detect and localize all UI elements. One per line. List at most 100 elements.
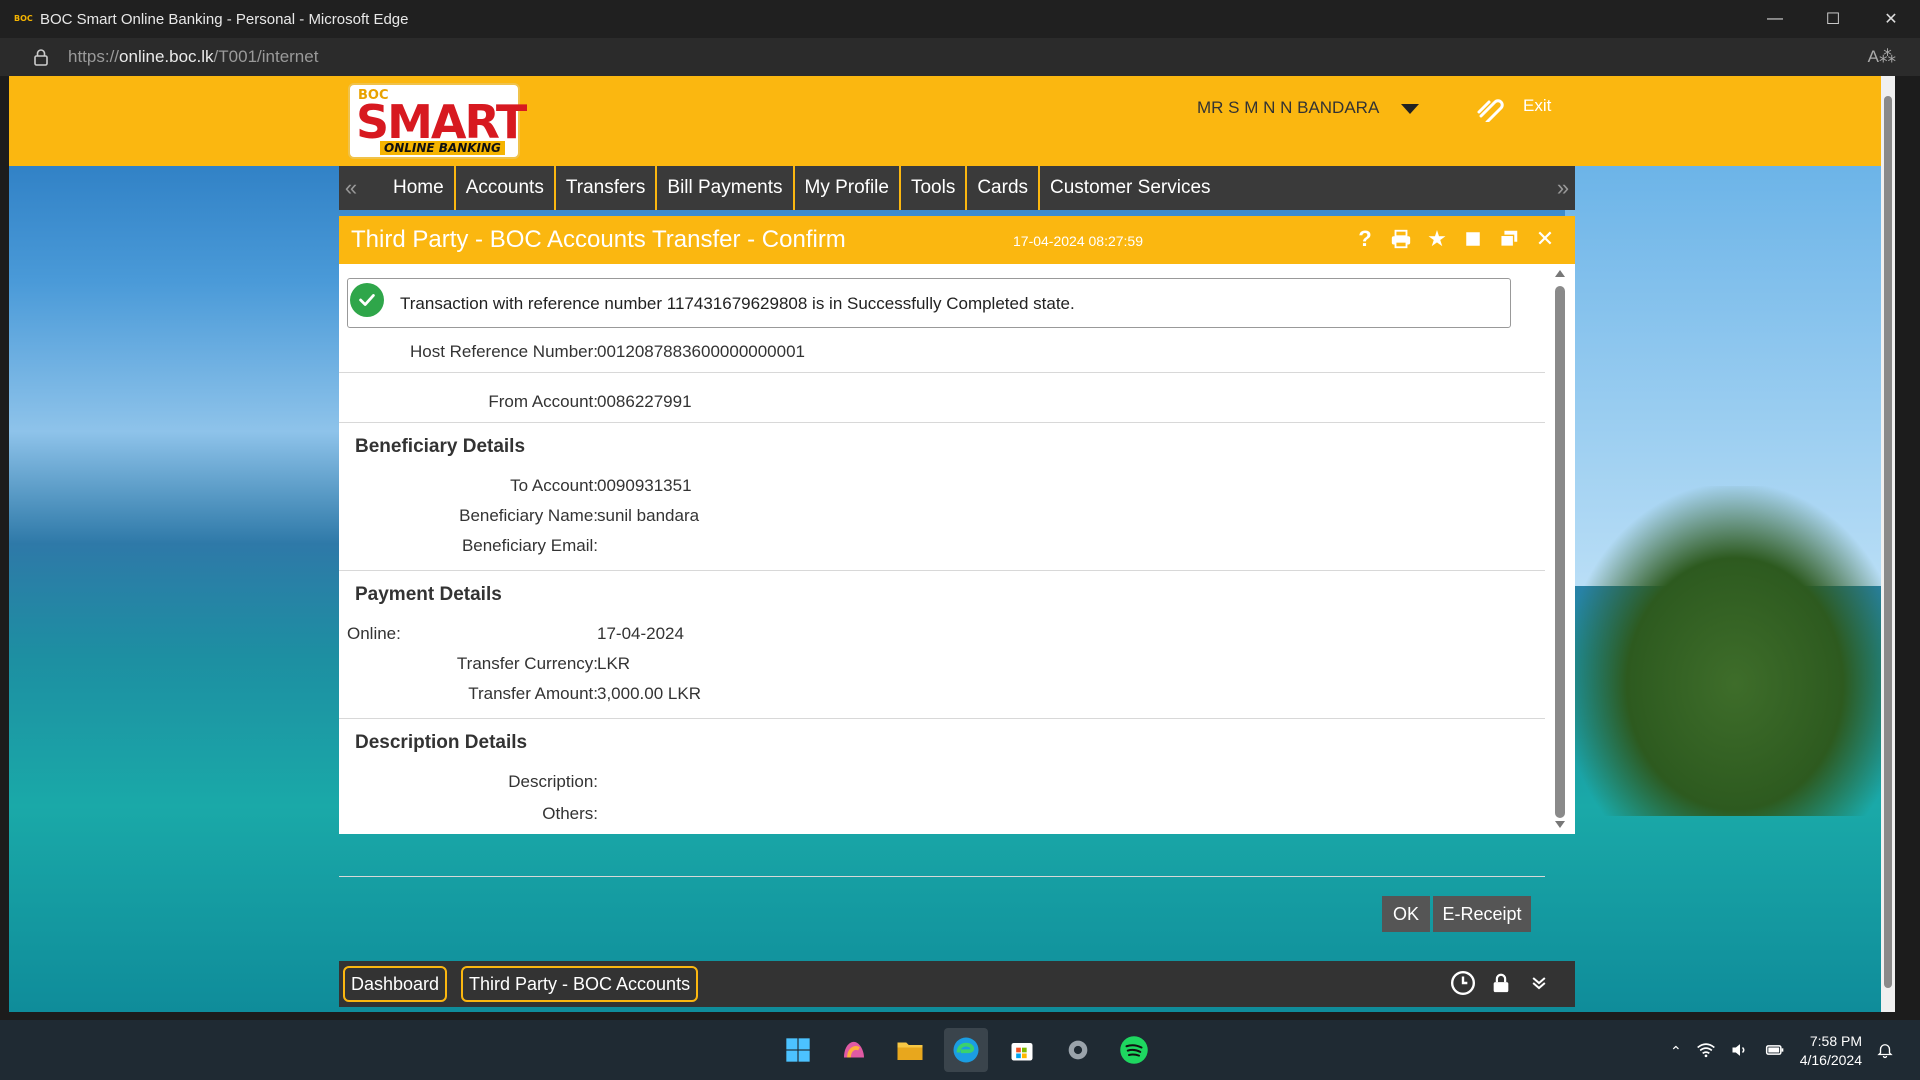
panel-scrollbar[interactable] [1553, 268, 1567, 830]
dashboard-tab[interactable]: Dashboard [343, 966, 448, 1002]
panel-toolbar: ? ★ ✕ [1353, 226, 1557, 252]
user-menu-caret-icon[interactable] [1401, 104, 1419, 114]
success-check-icon [350, 283, 384, 317]
third-party-tab[interactable]: Third Party - BOC Accounts [461, 966, 699, 1002]
divider [339, 718, 1545, 719]
success-message: Transaction with reference number 117431… [400, 294, 1075, 313]
minimize-button[interactable]: — [1746, 0, 1804, 38]
app-bottom-icons [1449, 969, 1553, 997]
from-account-value: 0086227991 [597, 392, 692, 411]
user-name[interactable]: MR S M N N BANDARA [1197, 98, 1379, 118]
battery-icon[interactable] [1764, 1040, 1786, 1063]
panel-header: Third Party - BOC Accounts Transfer - Co… [339, 216, 1575, 264]
divider [339, 570, 1545, 571]
exit-icon[interactable] [1475, 92, 1507, 122]
read-aloud-icon[interactable]: A⁂ [1868, 47, 1896, 67]
url-path: /T001/internet [213, 47, 319, 66]
taskbar-clock[interactable]: 7:58 PM 4/16/2024 [1800, 1032, 1862, 1070]
boc-favicon-icon: BOC [14, 14, 33, 23]
page-scrollbar[interactable] [1881, 76, 1895, 1012]
minimize-panel-icon[interactable] [1461, 226, 1485, 252]
others-label: Others: [542, 804, 598, 823]
show-hidden-icons-chevron-icon[interactable]: ⌃ [1670, 1043, 1682, 1060]
nav-home[interactable]: Home [383, 166, 456, 210]
divider [339, 422, 1545, 423]
help-icon[interactable]: ? [1353, 226, 1377, 252]
host-reference-value: 0012087883600000000001 [597, 342, 806, 361]
nav-scroll-left-icon[interactable]: « [339, 166, 363, 210]
favorite-star-icon[interactable]: ★ [1425, 226, 1449, 252]
nav-my-profile[interactable]: My Profile [795, 166, 901, 210]
beneficiary-name-value: sunil bandara [597, 506, 700, 525]
lock-icon[interactable] [32, 48, 50, 66]
nav-accounts[interactable]: Accounts [456, 166, 556, 210]
nav-tools[interactable]: Tools [901, 166, 968, 210]
microsoft-store-icon[interactable] [1000, 1028, 1044, 1072]
windows-start-icon[interactable] [776, 1028, 820, 1072]
online-label: Online: [347, 624, 401, 643]
panel-title: Third Party - BOC Accounts Transfer - Co… [351, 226, 846, 253]
logo-subtitle: ONLINE BANKING [380, 141, 505, 155]
main-nav: « Home Accounts Transfers Bill Payments … [339, 166, 1575, 210]
host-reference-label: Host Reference Number: [409, 342, 598, 361]
description-section-title: Description Details [355, 732, 528, 753]
clock-icon[interactable] [1449, 969, 1477, 997]
taskbar-pinned-apps [776, 1028, 1156, 1072]
expand-down-icon[interactable] [1525, 969, 1553, 997]
transfer-currency-value: LKR [597, 654, 631, 673]
address-bar: https://online.boc.lk/T001/internet A⁂ [0, 38, 1920, 76]
from-account-label: From Account: [488, 392, 598, 411]
nav-scroll-right-icon[interactable]: » [1551, 166, 1575, 210]
url-scheme: https:// [68, 47, 120, 66]
notifications-bell-icon[interactable] [1876, 1041, 1894, 1062]
clock-date: 4/16/2024 [1799, 1052, 1862, 1068]
beneficiary-name-label: Beneficiary Name: [459, 506, 598, 525]
e-receipt-button[interactable]: E-Receipt [1433, 896, 1531, 932]
panel-timestamp: 17-04-2024 08:27:59 [1013, 233, 1143, 249]
description-label: Description: [508, 772, 598, 791]
scroll-up-icon[interactable] [1555, 270, 1565, 277]
to-account-value: 0090931351 [597, 476, 692, 495]
close-panel-icon[interactable]: ✕ [1533, 226, 1557, 252]
panel-body: Transaction with reference number 117431… [339, 264, 1549, 834]
exit-link[interactable]: Exit [1523, 96, 1551, 116]
header-banner: BOC SMART ONLINE BANKING MR S M N N BAND… [9, 76, 1895, 166]
app-bottom-bar: Dashboard Third Party - BOC Accounts [339, 961, 1575, 1007]
success-alert: Transaction with reference number 117431… [347, 278, 1511, 328]
close-window-button[interactable]: ✕ [1862, 0, 1920, 38]
background-island [1565, 486, 1895, 816]
payment-section-title: Payment Details [355, 584, 502, 605]
system-tray: ⌃ 7:58 PM 4/16/2024 [1670, 1032, 1894, 1070]
nav-fill [1221, 166, 1551, 210]
wifi-icon[interactable] [1696, 1040, 1716, 1063]
maximize-button[interactable]: ☐ [1804, 0, 1862, 38]
page-scroll-thumb[interactable] [1884, 96, 1892, 988]
file-explorer-icon[interactable] [888, 1028, 932, 1072]
nav-customer-services[interactable]: Customer Services [1040, 166, 1221, 210]
copilot-icon[interactable] [832, 1028, 876, 1072]
spotify-icon[interactable] [1112, 1028, 1156, 1072]
beneficiary-section-title: Beneficiary Details [355, 436, 526, 457]
browser-titlebar: BOC BOC Smart Online Banking - Personal … [0, 0, 1920, 38]
lock-session-icon[interactable] [1487, 969, 1515, 997]
nav-bill-payments[interactable]: Bill Payments [657, 166, 795, 210]
volume-icon[interactable] [1730, 1040, 1750, 1063]
ok-button[interactable]: OK [1382, 896, 1430, 932]
nav-transfers[interactable]: Transfers [556, 166, 658, 210]
scroll-thumb[interactable] [1555, 286, 1565, 818]
print-icon[interactable] [1389, 226, 1413, 252]
divider [339, 372, 1545, 373]
restore-panel-icon[interactable] [1497, 226, 1521, 252]
url-field[interactable]: https://online.boc.lk/T001/internet [68, 47, 318, 67]
settings-gear-icon[interactable] [1056, 1028, 1100, 1072]
page-viewport: BOC SMART ONLINE BANKING MR S M N N BAND… [9, 76, 1895, 1012]
boc-smart-logo[interactable]: BOC SMART ONLINE BANKING [348, 83, 527, 159]
url-host: online.boc.lk [119, 47, 214, 66]
beneficiary-email-label: Beneficiary Email: [461, 536, 598, 555]
clock-time: 7:58 PM [1809, 1033, 1862, 1049]
edge-browser-icon[interactable] [944, 1028, 988, 1072]
nav-cards[interactable]: Cards [967, 166, 1041, 210]
online-date-value: 17-04-2024 [597, 624, 684, 643]
scroll-down-icon[interactable] [1555, 821, 1565, 828]
to-account-label: To Account: [510, 476, 598, 495]
